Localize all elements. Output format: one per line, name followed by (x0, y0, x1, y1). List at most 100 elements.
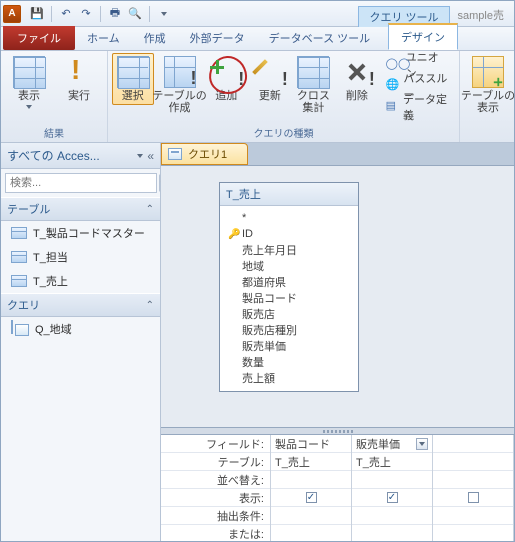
field-list[interactable]: T_売上 *🔑ID売上年月日地域都道府県製品コード販売店販売店種別販売単価数量売… (219, 182, 359, 392)
delete-icon: ! (341, 56, 373, 88)
tab-home[interactable]: ホーム (75, 26, 132, 50)
qbe-criteria-cell[interactable] (352, 507, 432, 525)
field-list-title: T_売上 (220, 183, 358, 206)
crosstab-button[interactable]: クロス 集計 (293, 53, 335, 117)
ribbon-group-query-type: 選択 ! テーブルの 作成 ! 追加 ! 更新 クロス 集計 ! 削除 (108, 51, 460, 142)
table-icon (11, 275, 27, 287)
field-row[interactable]: 売上年月日 (228, 242, 356, 258)
make-table-icon: ! (164, 56, 196, 88)
tab-file[interactable]: ファイル (3, 26, 75, 50)
qbe-table-cell[interactable]: T_売上 (271, 453, 351, 471)
qat-redo-icon[interactable]: ↷ (76, 4, 96, 24)
nav-query-item[interactable]: Q_地域 (1, 317, 160, 341)
qbe-sort-cell[interactable] (352, 471, 432, 489)
globe-icon: 🌐 (386, 78, 400, 94)
field-row[interactable]: 都道府県 (228, 274, 356, 290)
update-query-button[interactable]: ! 更新 (249, 53, 291, 105)
show-table-button[interactable]: テーブルの 表示 (464, 53, 512, 117)
data-definition-button[interactable]: ▤データ定義 (384, 97, 451, 117)
field-row[interactable]: 販売店 (228, 306, 356, 322)
qbe-column[interactable]: 販売単価 T_売上 ✓ (352, 435, 433, 541)
qbe-show-cell[interactable]: ✓ (271, 489, 351, 507)
qbe-or-cell[interactable] (433, 525, 513, 541)
make-table-button[interactable]: ! テーブルの 作成 (156, 53, 204, 117)
qbe-criteria-cell[interactable] (433, 507, 513, 525)
data-def-icon: ▤ (386, 99, 399, 115)
crosstab-icon (297, 56, 329, 88)
delete-query-button[interactable]: ! 削除 (336, 53, 378, 105)
union-icon: ◯◯ (386, 57, 402, 73)
field-row[interactable]: 地域 (228, 258, 356, 274)
append-icon: ! (210, 56, 242, 88)
field-row[interactable]: 販売単価 (228, 338, 356, 354)
table-icon (11, 227, 27, 239)
qbe-sort-cell[interactable] (433, 471, 513, 489)
qat-preview-icon[interactable]: 🔍 (125, 4, 145, 24)
splitter[interactable] (161, 427, 514, 435)
qbe-show-cell[interactable] (433, 489, 513, 507)
navigation-pane: すべての Acces... « 🔍 テーブル⌃ T_製品コードマスターT_担当T… (1, 143, 161, 541)
qbe-or-cell[interactable] (271, 525, 351, 541)
field-row[interactable]: 販売店種別 (228, 322, 356, 338)
section-collapse-icon: ⌃ (146, 204, 154, 215)
show-table-icon (472, 56, 504, 88)
qbe-field-cell[interactable] (433, 435, 513, 453)
ribbon-tabs: ファイル ホーム 作成 外部データ データベース ツール デザイン (1, 27, 514, 51)
update-icon: ! (254, 56, 286, 88)
nav-table-item[interactable]: T_製品コードマスター (1, 221, 160, 245)
field-row[interactable]: 🔑ID (228, 226, 356, 242)
qat-customize-icon[interactable] (154, 4, 174, 24)
qbe-grid[interactable]: フィールド: テーブル: 並べ替え: 表示: 抽出条件: または: 製品コード … (161, 435, 514, 541)
field-row[interactable]: 売上額 (228, 370, 356, 386)
dropdown-icon[interactable] (416, 438, 428, 450)
run-button[interactable]: ! 実行 (55, 53, 103, 105)
nav-table-item[interactable]: T_担当 (1, 245, 160, 269)
tab-database-tools[interactable]: データベース ツール (257, 26, 383, 50)
qbe-field-cell[interactable]: 製品コード (271, 435, 351, 453)
section-queries[interactable]: クエリ⌃ (1, 293, 160, 317)
qbe-table-cell[interactable] (433, 453, 513, 471)
checkbox[interactable]: ✓ (387, 492, 398, 503)
chevron-down-icon (137, 154, 143, 158)
query-icon (11, 321, 29, 337)
search-input[interactable] (5, 173, 157, 193)
nav-table-item[interactable]: T_売上 (1, 269, 160, 293)
tab-external-data[interactable]: 外部データ (178, 26, 257, 50)
group-label-results: 結果 (44, 124, 64, 142)
qat-undo-icon[interactable]: ↶ (56, 4, 76, 24)
datasheet-icon (13, 56, 45, 88)
section-tables[interactable]: テーブル⌃ (1, 197, 160, 221)
ribbon-group-results: 表示 ! 実行 結果 (1, 51, 108, 142)
app-icon: A (3, 5, 21, 23)
qbe-column[interactable] (433, 435, 514, 541)
qat-save-icon[interactable]: 💾 (27, 4, 47, 24)
section-collapse-icon: ⌃ (146, 300, 154, 311)
checkbox[interactable] (468, 492, 479, 503)
field-row[interactable]: 製品コード (228, 290, 356, 306)
field-row[interactable]: * (228, 210, 356, 226)
checkbox[interactable]: ✓ (306, 492, 317, 503)
qbe-table-cell[interactable]: T_売上 (352, 453, 432, 471)
qbe-column[interactable]: 製品コード T_売上 ✓ (271, 435, 352, 541)
grid-icon (117, 56, 149, 88)
primary-key-icon: 🔑 (228, 229, 238, 240)
tab-create[interactable]: 作成 (132, 26, 178, 50)
view-button[interactable]: 表示 (5, 53, 53, 112)
qat-print-icon[interactable]: 🖶 (105, 4, 125, 24)
field-row[interactable]: 数量 (228, 354, 356, 370)
design-canvas[interactable]: T_売上 *🔑ID売上年月日地域都道府県製品コード販売店販売店種別販売単価数量売… (161, 165, 514, 427)
ribbon: 表示 ! 実行 結果 選択 ! テーブルの 作成 ! 追加 (1, 51, 514, 143)
qbe-or-cell[interactable] (352, 525, 432, 541)
qbe-criteria-cell[interactable] (271, 507, 351, 525)
collapse-pane-icon[interactable]: « (147, 149, 154, 163)
qbe-row-labels: フィールド: テーブル: 並べ替え: 表示: 抽出条件: または: (161, 435, 271, 541)
append-query-button[interactable]: ! 追加 (206, 53, 248, 105)
object-tab[interactable]: クエリ1 (161, 143, 248, 165)
qbe-field-cell[interactable]: 販売単価 (352, 435, 432, 453)
qbe-sort-cell[interactable] (271, 471, 351, 489)
query-design-surface: クエリ1 T_売上 *🔑ID売上年月日地域都道府県製品コード販売店販売店種別販売… (161, 143, 514, 541)
qbe-show-cell[interactable]: ✓ (352, 489, 432, 507)
select-query-button[interactable]: 選択 (112, 53, 154, 105)
nav-header[interactable]: すべての Acces... « (1, 143, 160, 169)
tab-design[interactable]: デザイン (388, 23, 458, 50)
